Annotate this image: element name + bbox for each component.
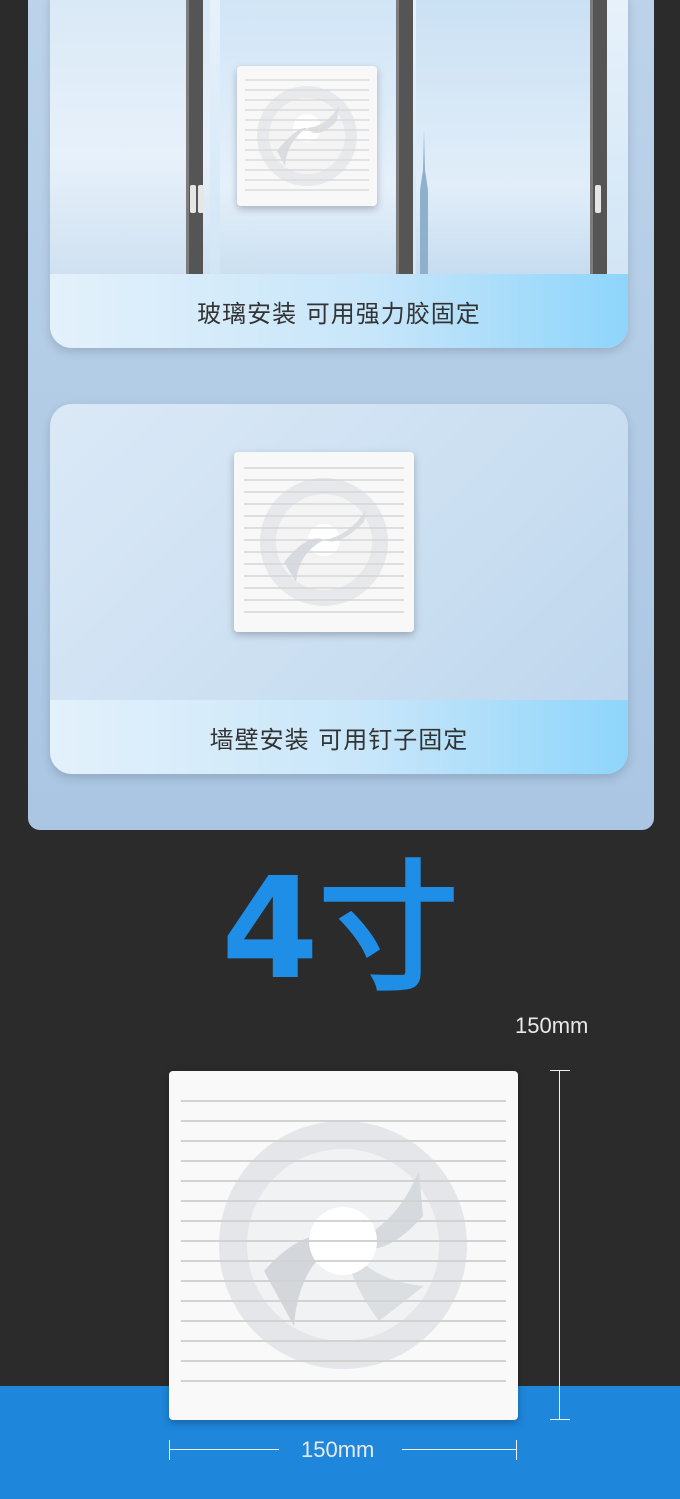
glass-install-card: 玻璃安装 可用强力胶固定 [50,0,628,348]
width-dimension-label: 150mm [301,1437,375,1462]
window-pane-right [416,0,590,275]
width-dimension-cap-right [516,1440,517,1460]
wall-install-card: 墙壁安装 可用钉子固定 [50,404,628,774]
height-dimension-cap-bottom [550,1419,570,1420]
window-handle-left-2 [198,185,204,213]
height-dimension-label: 150mm [515,1013,589,1038]
width-dimension-line-right [402,1449,516,1450]
fan-product [169,1071,518,1420]
window-handle-left [190,185,196,213]
window-frame-right [590,0,607,275]
tower-silhouette [420,130,428,275]
size-title: 4寸 [221,848,459,1011]
wall-caption-strip: 墙壁安装 可用钉子固定 [50,700,628,774]
window-frame-left [186,0,203,275]
height-dimension-line [559,1070,560,1420]
glass-caption-strip: 玻璃安装 可用强力胶固定 [50,274,628,348]
fan-glass [237,66,377,206]
wall-caption: 墙壁安装 可用钉子固定 [209,725,469,754]
width-dimension-cap-left [169,1440,170,1460]
glass-caption: 玻璃安装 可用强力胶固定 [197,299,481,328]
window-handle-right [595,185,601,213]
width-dimension-line-left [169,1449,279,1450]
height-dimension-cap-top [550,1070,570,1071]
fan-wall [234,452,414,632]
window-frame-mid [396,0,413,275]
